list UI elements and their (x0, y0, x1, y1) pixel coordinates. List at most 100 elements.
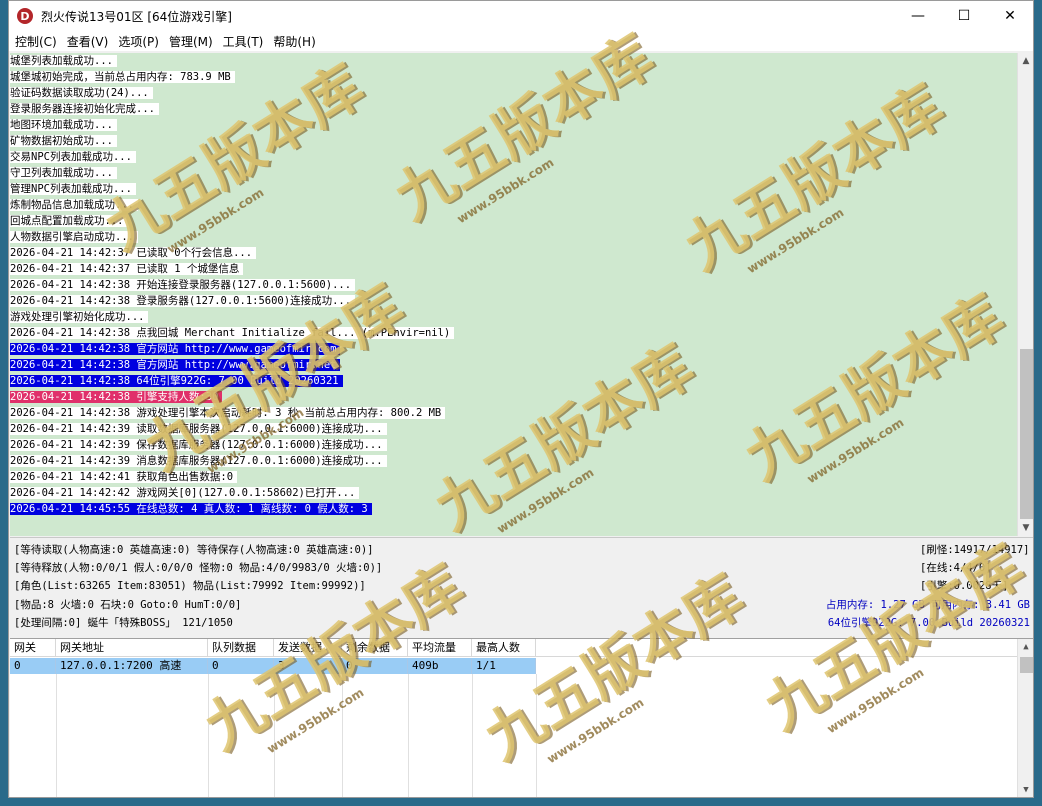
column-header[interactable]: 平均流量 (408, 639, 472, 657)
log-line: 2026-04-21 14:42:38 64位引擎922G: 7.00 Buil… (10, 373, 1017, 389)
log-line-text: 炼制物品信息加载成功... (10, 199, 138, 211)
menu-help[interactable]: 帮助(H) (273, 33, 315, 50)
status-line-release: [等待释放(人物:0/0/1 假人:0/0/0 怪物:0 物品:4/0/9983… (14, 562, 383, 574)
log-line: 验证码数据读取成功(24)... (10, 85, 1017, 101)
table-cell: 0 (342, 658, 408, 674)
log-line-text: 地图环境加载成功... (10, 119, 117, 131)
log-line: 2026-04-21 14:42:38 官方网站 http://www.game… (10, 357, 1017, 373)
table-cell: 409b (408, 658, 472, 674)
log-line-text: 2026-04-21 14:42:38 开始连接登录服务器(127.0.0.1:… (10, 279, 356, 291)
log-line: 2026-04-21 14:42:42 游戏网关[0](127.0.0.1:58… (10, 485, 1017, 501)
log-line-text: 2026-04-21 14:42:38 游戏处理引擎本次启动耗时: 3 秒 当前… (10, 407, 446, 419)
log-line: 地图环境加载成功... (10, 117, 1017, 133)
status-monster-refresh: [刷怪:14917/14917] (920, 544, 1030, 556)
log-line-text: 2026-04-21 14:42:37 已读取 0个行会信息... (10, 247, 257, 259)
column-header[interactable]: 剩余数据 (342, 639, 408, 657)
status-line-roles: [角色(List:63265 Item:83051) 物品(List:79992… (14, 580, 366, 592)
log-line-text: 2026-04-21 14:42:37 已读取 1 个城堡信息 (10, 263, 244, 275)
menu-bar: 控制(C) 查看(V) 选项(P) 管理(M) 工具(T) 帮助(H) (9, 31, 1033, 51)
menu-manage[interactable]: 管理(M) (169, 33, 213, 50)
status-online: [在线:4/4/0] (920, 562, 992, 574)
log-line: 炼制物品信息加载成功... (10, 197, 1017, 213)
log-line: 2026-04-21 14:42:39 读取数据库服务器(127.0.0.1:6… (10, 421, 1017, 437)
scroll-up-icon[interactable]: ▲ (1018, 53, 1033, 69)
log-line-text: 2026-04-21 14:42:42 游戏网关[0](127.0.0.1:58… (10, 487, 360, 499)
log-line-text: 城堡城初始完成，当前总占用内存: 783.9 MB (10, 71, 235, 83)
log-line: 2026-04-21 14:42:39 消息数据库服务器(127.0.0.1:6… (10, 453, 1017, 469)
table-header: 网关 网关地址 队列数据 发送数据 剩余数据 平均流量 最高人数 (10, 639, 1018, 657)
log-line-text: 2026-04-21 14:42:41 获取角色出售数据:0 (10, 471, 238, 483)
close-button[interactable]: ✕ (987, 1, 1033, 31)
column-divider (208, 674, 209, 797)
menu-view[interactable]: 查看(V) (67, 33, 109, 50)
column-header[interactable]: 网关 (10, 639, 56, 657)
scroll-thumb[interactable] (1020, 349, 1033, 519)
column-divider (342, 674, 343, 797)
menu-options[interactable]: 选项(P) (118, 33, 159, 50)
gateway-table: 网关 网关地址 队列数据 发送数据 剩余数据 平均流量 最高人数 0 127.0… (10, 638, 1033, 797)
log-panel[interactable]: 城堡列表加载成功... 城堡城初始完成，当前总占用内存: 783.9 MB 验证码数… (10, 53, 1017, 536)
log-line: 2026-04-21 14:42:39 保存数据库服务器(127.0.0.1:6… (10, 437, 1017, 453)
log-line: 2026-04-21 14:42:38 官方网站 http://www.game… (10, 341, 1017, 357)
table-cell: 0 (10, 658, 56, 674)
scroll-thumb[interactable] (1020, 657, 1033, 673)
table-cell: 0 (208, 658, 274, 674)
log-line-text: 2026-04-21 14:42:38 官方网站 http://www.game… (10, 343, 341, 355)
log-line: 游戏处理引擎初始化成功... (10, 309, 1017, 325)
status-panel: [等待读取(人物高速:0 英雄高速:0) 等待保存(人物高速:0 英雄高速:0)… (10, 537, 1033, 637)
log-line-text: 2026-04-21 14:42:39 保存数据库服务器(127.0.0.1:6… (10, 439, 387, 451)
minimize-icon: — (911, 8, 925, 24)
column-header[interactable]: 队列数据 (208, 639, 274, 657)
app-icon: D (17, 8, 33, 24)
column-header[interactable]: 最高人数 (472, 639, 536, 657)
scroll-down-icon[interactable]: ▼ (1018, 782, 1033, 797)
log-line-text: 游戏处理引擎初始化成功... (10, 311, 149, 323)
log-line: 2026-04-21 14:45:55 在线总数: 4 真人数: 1 离线数: … (10, 501, 1017, 517)
log-line: 2026-04-21 14:42:37 已读取 1 个城堡信息 (10, 261, 1017, 277)
minimize-button[interactable]: — (895, 1, 941, 31)
status-memory: 占用内存: 1.27 GB 可用内存: 3.41 GB (825, 599, 1030, 611)
log-line: 交易NPC列表加载成功... (10, 149, 1017, 165)
log-line-text: 2026-04-21 14:42:38 引擎支持人数:30 (10, 391, 223, 403)
log-scrollbar[interactable]: ▲ ▼ (1017, 53, 1033, 536)
window-title: 烈火传说13号01区 [64位游戏引擎] (41, 9, 232, 24)
column-divider (274, 674, 275, 797)
table-cell: 3 (274, 658, 342, 674)
log-line-text: 交易NPC列表加载成功... (10, 151, 136, 163)
log-line-text: 2026-04-21 14:45:55 在线总数: 4 真人数: 1 离线数: … (10, 503, 372, 515)
scroll-up-icon[interactable]: ▲ (1018, 639, 1033, 655)
log-line: 2026-04-21 14:42:38 游戏处理引擎本次启动耗时: 3 秒 当前… (10, 405, 1017, 421)
column-divider (536, 674, 537, 797)
log-line-text: 2026-04-21 14:42:38 官方网站 http://www.game… (10, 359, 341, 371)
table-scrollbar[interactable]: ▲ ▼ (1017, 639, 1033, 797)
log-line: 人物数据引擎启动成功... (10, 229, 1017, 245)
log-line-text: 2026-04-21 14:42:38 点我回城 Merchant Initia… (10, 327, 455, 339)
table-cell: 127.0.0.1:7200 高速 (56, 658, 208, 674)
log-line: 城堡城初始完成，当前总占用内存: 783.9 MB (10, 69, 1017, 85)
log-line-text: 守卫列表加载成功... (10, 167, 117, 179)
log-line: 2026-04-21 14:42:37 已读取 0个行会信息... (10, 245, 1017, 261)
column-header[interactable]: 网关地址 (56, 639, 208, 657)
log-line: 矿物数据初始成功... (10, 133, 1017, 149)
status-engine-uptime: [引擎:0.0028天] (920, 580, 1009, 592)
column-header[interactable]: 发送数据 (274, 639, 342, 657)
log-line-text: 验证码数据读取成功(24)... (10, 87, 153, 99)
table-row[interactable]: 0 127.0.0.1:7200 高速 0 3 0 409b 1/1 (10, 658, 536, 674)
log-line-text: 管理NPC列表加载成功... (10, 183, 136, 195)
title-bar[interactable]: D 烈火传说13号01区 [64位游戏引擎] — ☐ ✕ (9, 1, 1033, 31)
close-icon: ✕ (1004, 8, 1016, 24)
menu-tools[interactable]: 工具(T) (223, 33, 264, 50)
log-line: 城堡列表加载成功... (10, 53, 1017, 69)
log-line-text: 回城点配置加载成功... (10, 215, 128, 227)
maximize-button[interactable]: ☐ (941, 1, 987, 31)
log-line-text: 登录服务器连接初始化完成... (10, 103, 159, 115)
scroll-down-icon[interactable]: ▼ (1018, 520, 1033, 536)
log-line-text: 矿物数据初始成功... (10, 135, 117, 147)
log-line-text: 2026-04-21 14:42:39 读取数据库服务器(127.0.0.1:6… (10, 423, 387, 435)
maximize-icon: ☐ (957, 8, 971, 24)
menu-control[interactable]: 控制(C) (15, 33, 57, 50)
log-line: 2026-04-21 14:42:38 登录服务器(127.0.0.1:5600… (10, 293, 1017, 309)
log-line: 登录服务器连接初始化完成... (10, 101, 1017, 117)
status-line-items: [物品:8 火墙:0 石块:0 Goto:0 HumT:0/0] (14, 599, 242, 611)
log-line: 2026-04-21 14:42:38 点我回城 Merchant Initia… (10, 325, 1017, 341)
